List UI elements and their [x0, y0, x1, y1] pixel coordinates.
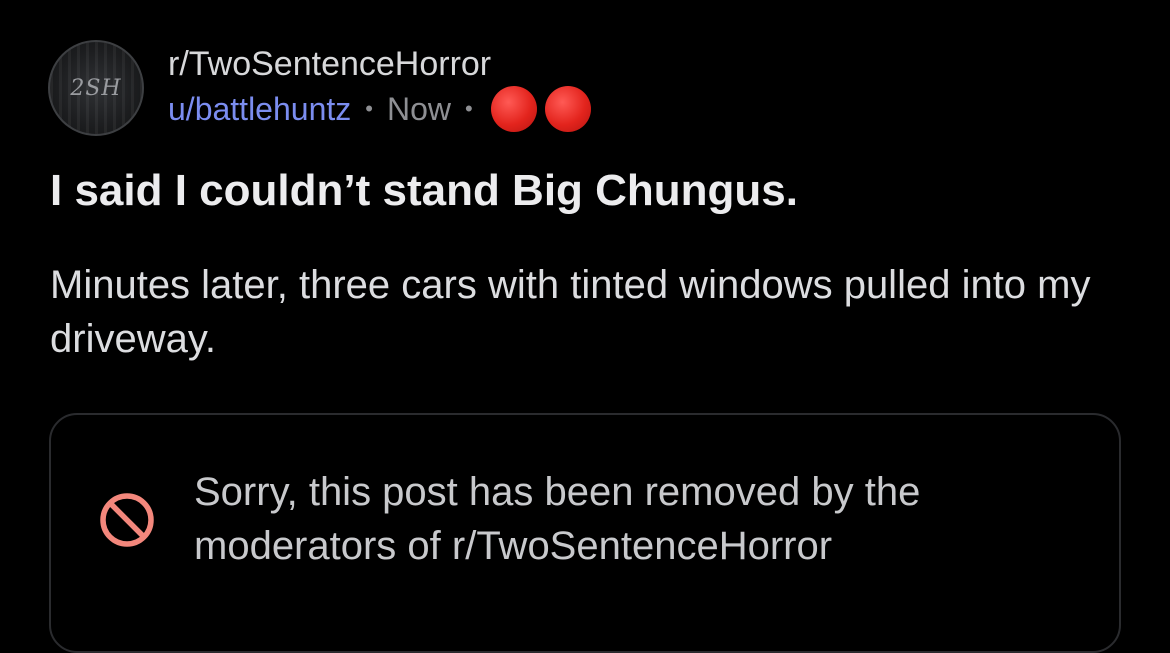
post-time: Now	[386, 91, 451, 127]
award-icon	[544, 86, 591, 132]
separator-dot: •	[464, 96, 473, 121]
avatar-logo-text: 2SH	[70, 75, 122, 101]
prohibited-icon	[100, 493, 154, 547]
separator-dot: •	[365, 96, 373, 121]
post-meta: r/TwoSentenceHorror u/battlehuntz • Now …	[168, 43, 599, 133]
byline: u/battlehuntz • Now •	[168, 85, 599, 133]
removed-notice: Sorry, this post has been removed by the…	[49, 413, 1121, 653]
removed-message: Sorry, this post has been removed by the…	[194, 470, 921, 568]
post-header: 2SH r/TwoSentenceHorror u/battlehuntz • …	[48, 40, 599, 136]
author-username[interactable]: u/battlehuntz	[168, 85, 351, 133]
subreddit-name[interactable]: r/TwoSentenceHorror	[168, 43, 599, 85]
award-icon	[490, 86, 537, 132]
subreddit-avatar[interactable]: 2SH	[48, 40, 144, 136]
awards[interactable]	[490, 86, 599, 132]
post-title[interactable]: I said I couldn’t stand Big Chungus.	[50, 163, 798, 219]
post-body: Minutes later, three cars with tinted wi…	[50, 263, 1091, 361]
